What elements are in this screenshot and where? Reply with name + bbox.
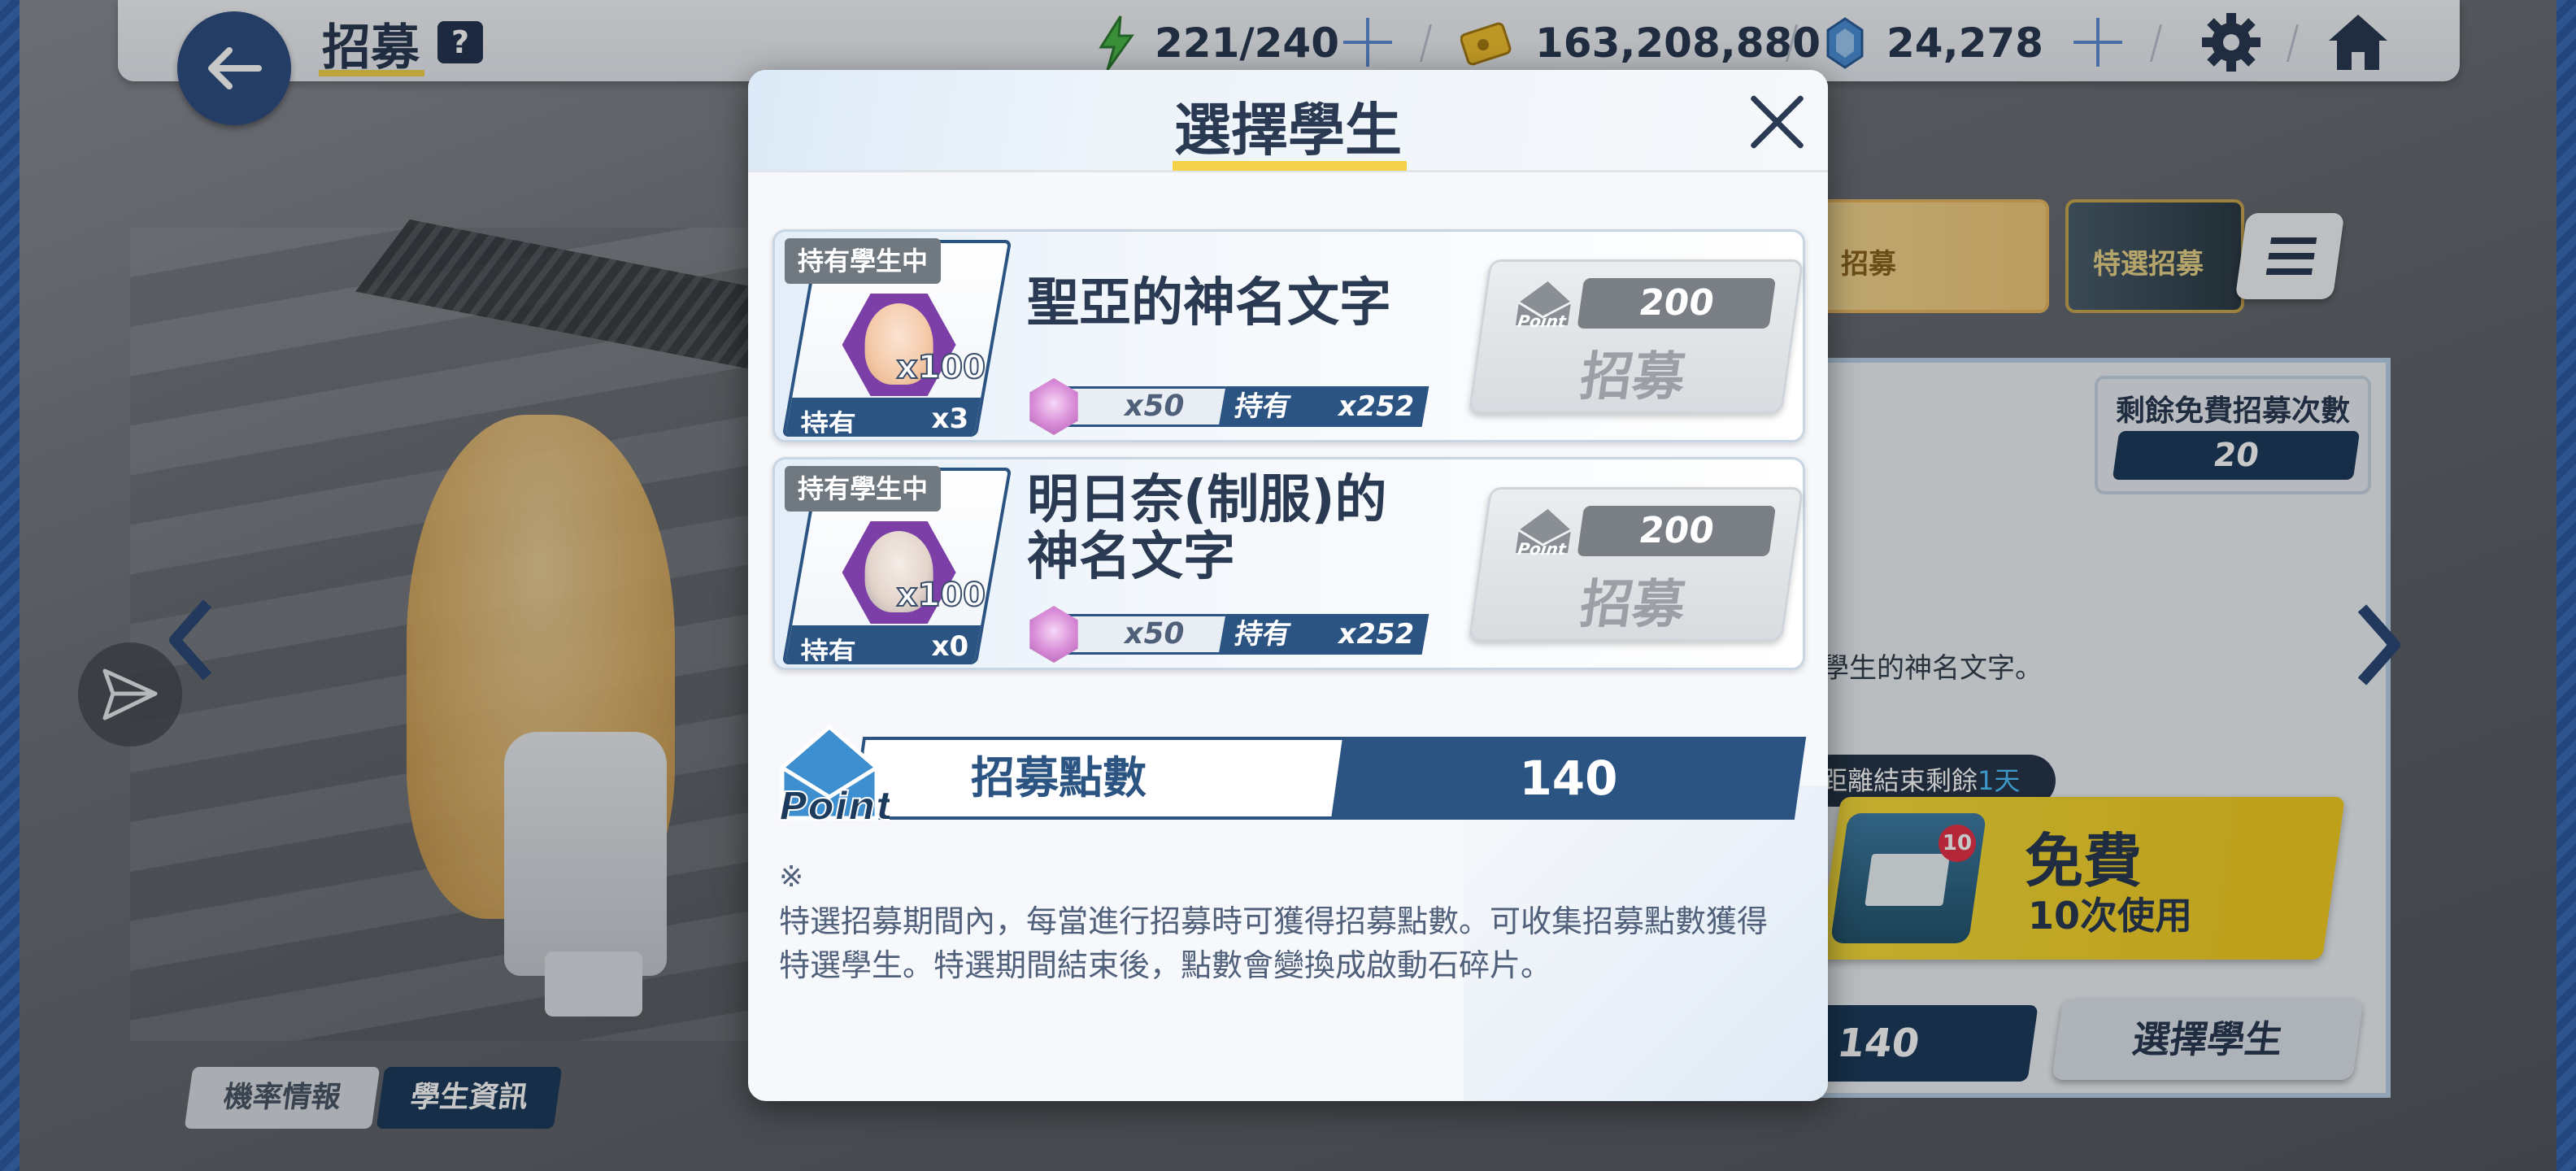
svg-text:Point: Point: [1516, 539, 1569, 558]
held-count: x3: [931, 403, 969, 435]
held-count: x0: [931, 630, 969, 663]
stone-held: 持有 x252: [1218, 614, 1429, 655]
student-card: 持有學生中 x100 持有 x3 聖亞的神名文字 x50 持有 x252 Poi…: [772, 229, 1805, 442]
svg-text:Point: Point: [779, 784, 890, 828]
note-text: 特選招募期間內，每當進行招募時可獲得招募點數。可收集招募點數獲得特選學生。特選期…: [779, 903, 1769, 983]
student-card: 持有學生中 x100 持有 x0 明日奈(制服)的 神名文字 x50 持有 x2…: [772, 457, 1805, 670]
stone-quantity: x50: [1055, 614, 1226, 655]
stone-quantity: x50: [1055, 386, 1226, 427]
point-envelope-icon: Point: [1515, 281, 1572, 330]
stone-held-label: 持有: [1232, 390, 1294, 423]
recruit-button-label: 招募: [1576, 575, 1690, 635]
eleph-amount: x100: [896, 576, 986, 615]
stone-held-value: x252: [1335, 390, 1417, 423]
close-button[interactable]: [1747, 91, 1808, 153]
student-name-line-1: 明日奈(制服)的: [1027, 470, 1387, 530]
recruit-button[interactable]: Point 200 招募: [1468, 259, 1804, 414]
student-name-line-2: 神名文字: [1027, 527, 1235, 587]
point-envelope-icon: Point: [778, 724, 890, 828]
stone-bar: x50 持有 x252: [1027, 378, 1429, 435]
recruit-points-bar: 招募點數 140 Point: [776, 724, 1807, 828]
recruit-cost: 200: [1577, 506, 1777, 556]
stone-held: 持有 x252: [1218, 386, 1429, 427]
held-label: 持有: [800, 637, 856, 664]
student-name: 聖亞的神名文字: [1027, 273, 1391, 333]
select-student-modal: 選擇學生 持有學生中 x100 持有 x3 聖亞的神名文字 x50 持有 x25…: [748, 70, 1828, 1101]
point-envelope-icon: Point: [1515, 509, 1572, 558]
stone-held-value: x252: [1335, 618, 1417, 651]
note-mark: ※: [779, 860, 804, 894]
modal-title-underline: [1173, 161, 1407, 171]
modal-title: 選擇學生: [1174, 97, 1402, 163]
recruit-points-label: 招募點數: [971, 752, 1147, 803]
stone-bar: x50 持有 x252: [1027, 606, 1429, 663]
recruit-points-value: 140: [1519, 751, 1618, 806]
recruit-button-label: 招募: [1576, 347, 1690, 407]
eleph-amount: x100: [896, 348, 986, 387]
owned-student-tag: 持有學生中: [785, 238, 942, 284]
owned-student-tag: 持有學生中: [785, 466, 942, 511]
stone-held-label: 持有: [1232, 618, 1294, 651]
svg-text:Point: Point: [1516, 311, 1569, 330]
recruit-cost: 200: [1577, 278, 1777, 329]
recruit-button[interactable]: Point 200 招募: [1468, 487, 1804, 642]
held-label: 持有: [800, 409, 856, 437]
